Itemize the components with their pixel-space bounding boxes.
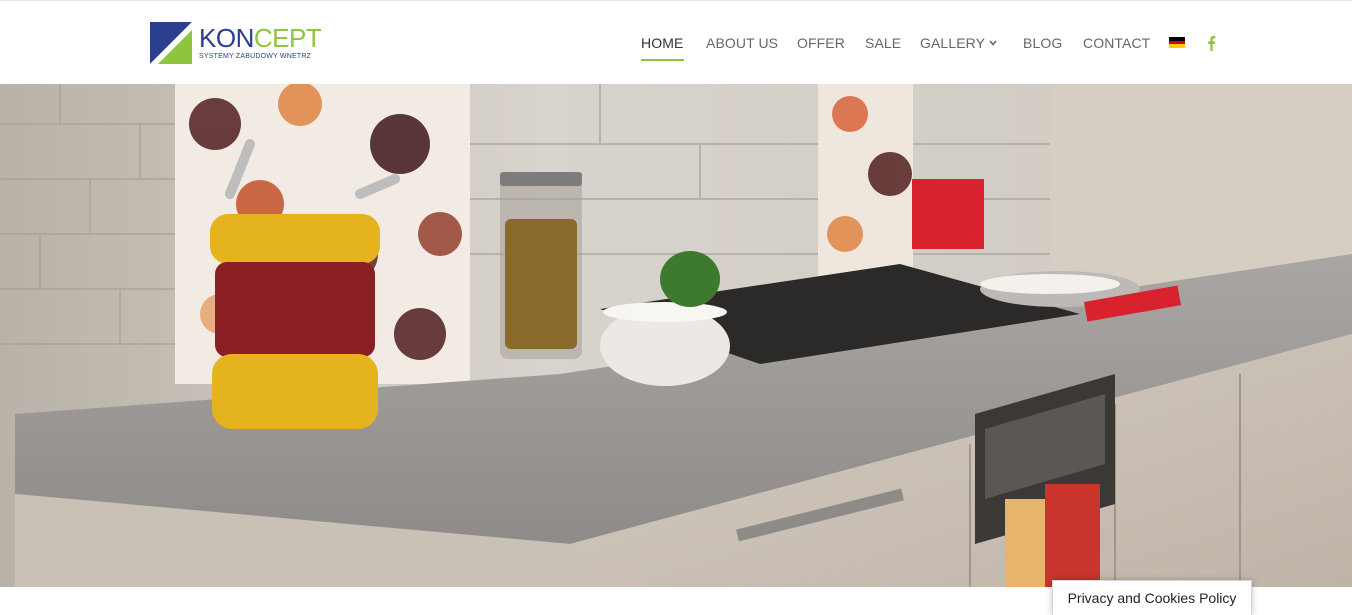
nav-active-indicator: [641, 59, 684, 61]
privacy-cookies-button[interactable]: Privacy and Cookies Policy: [1052, 580, 1252, 615]
nav-contact[interactable]: CONTACT: [1083, 35, 1150, 51]
german-flag-icon[interactable]: [1169, 37, 1185, 48]
nav-sale[interactable]: SALE: [865, 35, 901, 51]
nav-blog[interactable]: BLOG: [1023, 35, 1062, 51]
facebook-icon[interactable]: [1205, 35, 1217, 51]
site-header: KONCEPT SYSTEMY ZABUDOWY WNETRZ HOME ABO…: [0, 1, 1352, 84]
nav-home[interactable]: HOME: [641, 35, 683, 51]
nav-about-us[interactable]: ABOUT US: [706, 35, 778, 51]
chevron-down-icon[interactable]: [988, 38, 998, 48]
nav-gallery[interactable]: GALLERY: [920, 35, 985, 51]
hero-kitchen-image: [0, 84, 1352, 587]
nav-offer[interactable]: OFFER: [797, 35, 845, 51]
main-nav: HOME ABOUT US OFFER SALE GALLERY BLOG CO…: [0, 1, 1352, 84]
